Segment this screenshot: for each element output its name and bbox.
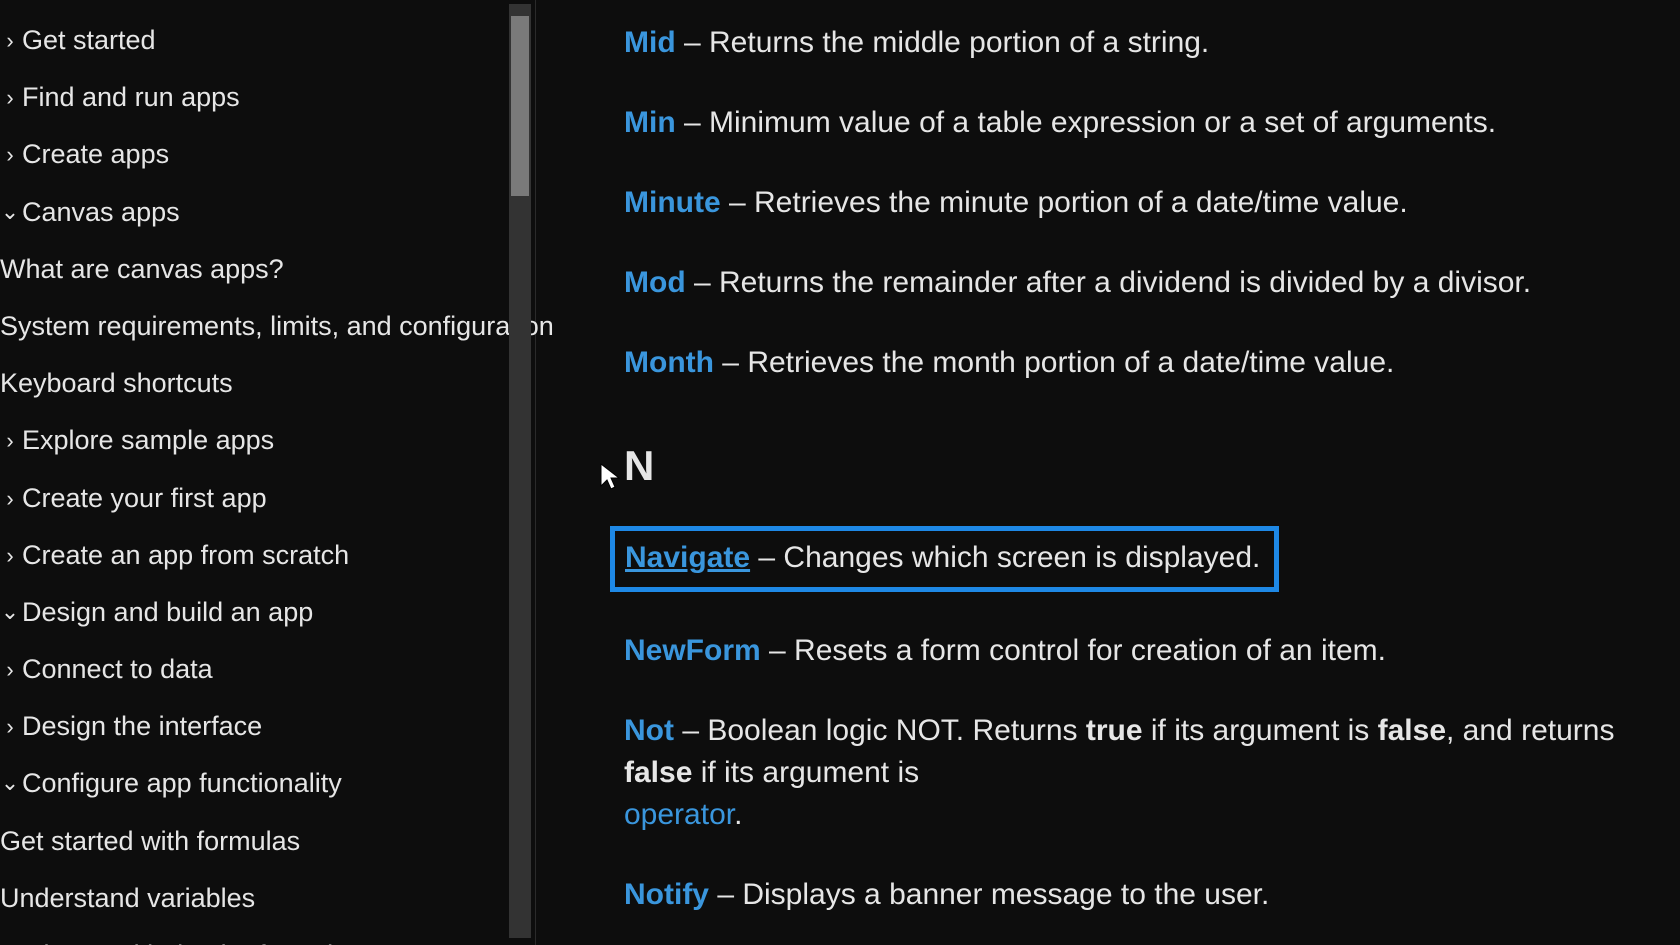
sidebar-item[interactable]: ›Create apps	[0, 126, 535, 183]
sidebar-scrollbar-thumb[interactable]	[511, 16, 529, 196]
chevron-right-icon[interactable]: ›	[0, 538, 20, 573]
operator-link[interactable]: operator	[624, 798, 734, 831]
sidebar-item-label: Configure app functionality	[22, 768, 342, 798]
fn-link-notify[interactable]: Notify	[624, 878, 709, 911]
function-row: Not – Boolean logic NOT. Returns true if…	[624, 710, 1680, 836]
function-row-highlighted: Navigate – Changes which screen is displ…	[624, 526, 1680, 592]
sidebar-item[interactable]: ›Get started	[0, 12, 535, 69]
sidebar-item-label: Design the interface	[22, 711, 262, 741]
chevron-right-icon[interactable]: ›	[0, 423, 20, 458]
fn-link-mod[interactable]: Mod	[624, 266, 686, 299]
function-row: Mod – Returns the remainder after a divi…	[624, 262, 1680, 304]
function-row: Notify – Displays a banner message to th…	[624, 874, 1680, 916]
sidebar-item[interactable]: System requirements, limits, and configu…	[0, 298, 535, 355]
function-row: NewForm – Resets a form control for crea…	[624, 630, 1680, 672]
sidebar-item[interactable]: ›Design the interface	[0, 698, 535, 755]
chevron-right-icon[interactable]: ›	[0, 80, 20, 115]
sidebar-scrollbar-track[interactable]	[509, 4, 531, 938]
fn-link-navigate[interactable]: Navigate	[625, 541, 750, 574]
sidebar-item-label: Canvas apps	[22, 197, 180, 227]
highlight-box: Navigate – Changes which screen is displ…	[610, 526, 1279, 592]
sidebar-item-label: Get started	[22, 25, 156, 55]
sidebar-item-label: Design and build an app	[22, 597, 313, 627]
sidebar-item[interactable]: ›Explore sample apps	[0, 412, 535, 469]
fn-desc: – Minimum value of a table expression or…	[676, 106, 1496, 139]
sidebar-nav: ›Get started›Find and run apps›Create ap…	[0, 0, 536, 945]
sidebar-item-label: Keyboard shortcuts	[0, 368, 233, 398]
sidebar-item-label: Connect to data	[22, 654, 213, 684]
sidebar-item[interactable]: Keyboard shortcuts	[0, 355, 535, 412]
function-row: Minute – Retrieves the minute portion of…	[624, 182, 1680, 224]
sidebar-item[interactable]: What are canvas apps?	[0, 241, 535, 298]
sidebar-item-label: What are canvas apps?	[0, 254, 284, 284]
sidebar-item-label: Get started with formulas	[0, 826, 300, 856]
sidebar-item-label: Understand variables	[0, 883, 255, 913]
chevron-right-icon[interactable]: ›	[0, 709, 20, 744]
fn-link-not[interactable]: Not	[624, 714, 674, 747]
fn-link-min[interactable]: Min	[624, 106, 676, 139]
chevron-right-icon[interactable]: ›	[0, 23, 20, 58]
chevron-right-icon[interactable]: ›	[0, 137, 20, 172]
section-heading-n: N	[624, 442, 1680, 490]
fn-link-newform[interactable]: NewForm	[624, 634, 761, 667]
chevron-right-icon[interactable]: ›	[0, 481, 20, 516]
fn-desc: – Displays a banner message to the user.	[709, 878, 1269, 911]
sidebar-item[interactable]: Get started with formulas	[0, 813, 535, 870]
sidebar-item-label: Understand behavior formulas	[0, 940, 362, 945]
chevron-down-icon[interactable]: ⌄	[0, 765, 20, 800]
sidebar-item[interactable]: Understand behavior formulas	[0, 927, 535, 945]
sidebar-item-label: Find and run apps	[22, 82, 240, 112]
main-content: Mid – Returns the middle portion of a st…	[536, 0, 1680, 945]
fn-desc: – Returns the middle portion of a string…	[676, 26, 1210, 59]
sidebar-item-label: Create your first app	[22, 483, 267, 513]
sidebar-item[interactable]: ›Find and run apps	[0, 69, 535, 126]
fn-link-mid[interactable]: Mid	[624, 26, 676, 59]
sidebar-item-label: Create apps	[22, 139, 169, 169]
chevron-down-icon[interactable]: ⌄	[0, 594, 20, 629]
sidebar-item-label: Create an app from scratch	[22, 540, 349, 570]
cursor-icon	[598, 462, 624, 492]
chevron-right-icon[interactable]: ›	[0, 652, 20, 687]
chevron-down-icon[interactable]: ⌄	[0, 194, 20, 229]
fn-link-minute[interactable]: Minute	[624, 186, 721, 219]
sidebar-item[interactable]: ›Connect to data	[0, 641, 535, 698]
sidebar-item-label: Explore sample apps	[22, 425, 274, 455]
fn-desc: – Retrieves the month portion of a date/…	[714, 346, 1394, 379]
sidebar-item[interactable]: ›Create your first app	[0, 470, 535, 527]
sidebar-item[interactable]: ›Create an app from scratch	[0, 527, 535, 584]
function-row: Min – Minimum value of a table expressio…	[624, 102, 1680, 144]
sidebar-item[interactable]: ⌄Canvas apps	[0, 184, 535, 241]
fn-desc: – Boolean logic NOT. Returns true if its…	[624, 714, 1614, 789]
sidebar-item[interactable]: ⌄Configure app functionality	[0, 755, 535, 812]
fn-link-month[interactable]: Month	[624, 346, 714, 379]
fn-desc: – Resets a form control for creation of …	[761, 634, 1386, 667]
function-row: Month – Retrieves the month portion of a…	[624, 342, 1680, 384]
fn-desc: – Changes which screen is displayed.	[750, 541, 1260, 574]
fn-desc: – Returns the remainder after a dividend…	[686, 266, 1531, 299]
sidebar-item[interactable]: Understand variables	[0, 870, 535, 927]
function-row: Mid – Returns the middle portion of a st…	[624, 22, 1680, 64]
sidebar-item-label: System requirements, limits, and configu…	[0, 311, 554, 341]
sidebar-item[interactable]: ⌄Design and build an app	[0, 584, 535, 641]
fn-desc: – Retrieves the minute portion of a date…	[721, 186, 1408, 219]
